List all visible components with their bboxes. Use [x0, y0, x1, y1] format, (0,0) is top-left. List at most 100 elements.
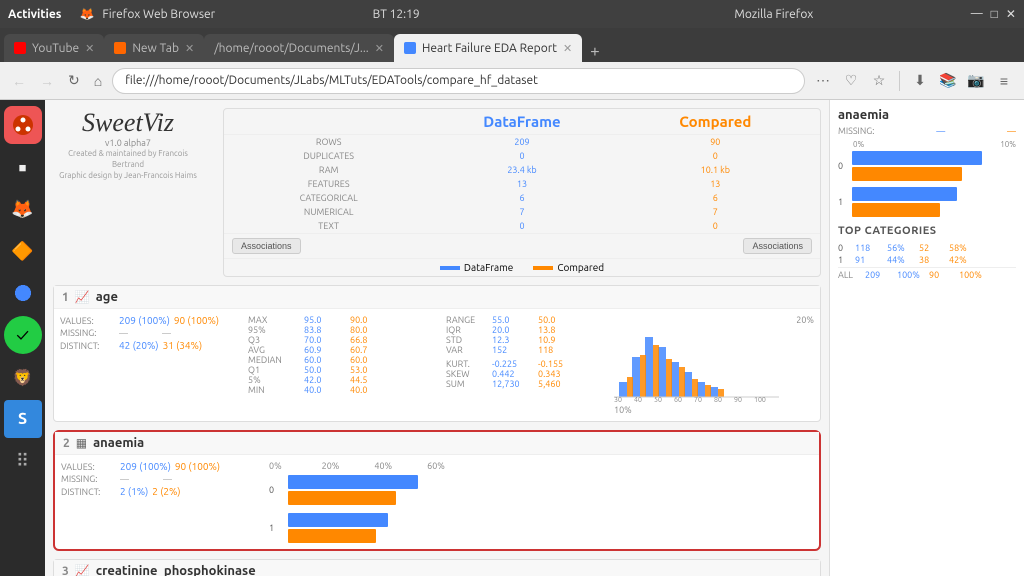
legend-df-label: DataFrame	[464, 262, 513, 273]
age-df-std: 12.3	[492, 335, 537, 345]
right-panel: anaemia MISSING: — — 0% 10% 0	[829, 100, 1024, 576]
tab-hfeda[interactable]: Heart Failure EDA Report ✕	[394, 34, 582, 62]
age-df-p95: 83.8	[304, 325, 349, 335]
minimize-button[interactable]: —	[971, 7, 983, 21]
svg-text:100: 100	[754, 396, 766, 402]
feature-num-2: 2	[63, 437, 70, 450]
download-icon[interactable]: ⬇	[908, 69, 932, 93]
q1-label: Q1	[248, 365, 303, 375]
age-df-avg: 60.9	[304, 345, 349, 355]
tab-newtab[interactable]: New Tab ✕	[104, 34, 204, 62]
logo-version: v1.0 alpha7	[53, 138, 203, 148]
age-cmp-max: 90.0	[350, 315, 395, 325]
tab-hfeda-close[interactable]: ✕	[563, 42, 572, 55]
cat-label: CATEGORICAL	[232, 193, 425, 203]
cmp-feat: 13	[619, 179, 812, 189]
rp-bar-1-blue	[852, 187, 957, 201]
screenshot-icon[interactable]: 📷	[964, 69, 988, 93]
df-label: DataFrame	[425, 113, 618, 130]
tc-title: TOP CATEGORIES	[838, 225, 1016, 237]
tc-cmp-pct-0: 58%	[949, 243, 979, 253]
tc-cmp-count-0: 52	[919, 243, 947, 253]
window-controls[interactable]: — □ ✕	[971, 7, 1016, 21]
feature-name-anaemia: anaemia	[93, 436, 144, 450]
an-cmp-distinct: 2 (2%)	[152, 486, 180, 497]
os-top-bar: Activities 🦊 Firefox Web Browser BT 12:1…	[0, 0, 1024, 28]
home-button[interactable]: ⌂	[90, 71, 106, 91]
med-label: MEDIAN	[248, 355, 303, 365]
an-missing-label: MISSING:	[61, 474, 116, 484]
age-missing-row: MISSING: — —	[60, 328, 240, 338]
sidebar-icon-firefox[interactable]: 🦊	[4, 190, 42, 228]
sidebar-icon-apps[interactable]: ⠿	[4, 442, 42, 480]
tc-df-pct-1: 44%	[887, 255, 917, 265]
sidebar-icon-ubuntu[interactable]	[4, 106, 42, 144]
cmp-dup: 0	[619, 151, 812, 161]
svg-text:40: 40	[634, 396, 642, 402]
bookmark-icon[interactable]: ⋯	[811, 69, 835, 93]
sidebar-icon-vlc[interactable]: 🔶	[4, 232, 42, 270]
legend-cmp-label: Compared	[557, 262, 604, 273]
activities-button[interactable]: Activities	[8, 8, 61, 21]
age-extra-stats: RANGE 55.0 50.0 IQR 20.0 13.8 STD	[446, 315, 606, 415]
library-icon[interactable]: 📚	[936, 69, 960, 93]
stats-table: DataFrame Compared ROWS 209 90 DUPLICATE…	[223, 108, 821, 277]
rp-missing-label: MISSING:	[838, 126, 874, 136]
tab-newtab-close[interactable]: ✕	[185, 42, 194, 55]
close-button[interactable]: ✕	[1006, 7, 1016, 21]
rp-title: anaemia	[838, 108, 1016, 122]
age-df-iqr: 20.0	[492, 325, 537, 335]
sidebar-icon-terminal[interactable]: ■	[4, 148, 42, 186]
age-cmp-range: 50.0	[538, 315, 583, 325]
svg-text:90: 90	[734, 396, 742, 402]
nav-bar: ← → ↻ ⌂ file:///home/rooot/Documents/JLa…	[0, 62, 1024, 100]
anaemia-values-row: VALUES: 209 (100%) 90 (100%)	[61, 461, 261, 472]
url-bar[interactable]: file:///home/rooot/Documents/JLabs/MLTut…	[112, 68, 805, 94]
ram-label: RAM	[232, 165, 425, 175]
tab-youtube-close[interactable]: ✕	[85, 42, 94, 55]
age-trend-icon: 📈	[75, 290, 90, 304]
avg-label: AVG	[248, 345, 303, 355]
df-num: 7	[425, 207, 618, 217]
forward-button[interactable]: →	[36, 71, 58, 91]
tab-homedocs[interactable]: /home/rooot/Documents/J... ✕	[204, 34, 394, 62]
age-df-sum: 12,730	[492, 379, 537, 389]
age-histogram: 20%	[614, 315, 814, 415]
reader-icon[interactable]: ♡	[839, 69, 863, 93]
associations-btn-right[interactable]: Associations	[743, 238, 812, 254]
an-cmp-missing: —	[163, 474, 172, 484]
p95-label: 95%	[248, 325, 303, 335]
star-icon[interactable]: ☆	[867, 69, 891, 93]
tc-all-cmp-pct: 100%	[959, 270, 989, 280]
age-cmp-p5: 44.5	[350, 375, 395, 385]
rp-missing-df: —	[936, 126, 945, 136]
cmp-label: Compared	[619, 113, 812, 130]
sidebar-icon-s[interactable]: S	[4, 400, 42, 438]
age-cmp-med: 60.0	[350, 355, 395, 365]
an-distinct-label: DISTINCT:	[61, 487, 116, 497]
sidebar-icon-chrome[interactable]: ◉	[4, 274, 42, 312]
feature-name-creatinine: creatinine_phosphokinase	[96, 564, 256, 576]
tc-df-count-1: 91	[855, 255, 885, 265]
tab-hfeda-label: Heart Failure EDA Report	[422, 42, 557, 55]
youtube-favicon	[14, 42, 26, 54]
sidebar-icon-check[interactable]: ✓	[4, 316, 42, 354]
top-categories: TOP CATEGORIES 0 118 56% 52 58%	[838, 225, 1016, 280]
rp-pct-10: 10%	[1000, 140, 1016, 149]
age-df-p5: 42.0	[304, 375, 349, 385]
age-left-stats: VALUES: 209 (100%) 90 (100%) MISSING: — …	[60, 315, 240, 415]
associations-btn-left[interactable]: Associations	[232, 238, 301, 254]
tab-homedocs-close[interactable]: ✕	[375, 42, 384, 55]
tc-cmp-pct-1: 42%	[949, 255, 979, 265]
feature-num-1: 1	[62, 291, 69, 304]
maximize-button[interactable]: □	[991, 7, 998, 21]
new-tab-button[interactable]: +	[582, 44, 607, 62]
page-inner: SweetViz v1.0 alpha7 Created & maintaine…	[45, 100, 829, 576]
reload-button[interactable]: ↻	[64, 70, 84, 91]
sidebar-icon-brave[interactable]: 🦁	[4, 358, 42, 396]
tab-youtube[interactable]: YouTube ✕	[4, 34, 104, 62]
df-cat: 6	[425, 193, 618, 203]
age-df-values: 209 (100%)	[119, 315, 170, 326]
back-button[interactable]: ←	[8, 71, 30, 91]
more-icon[interactable]: ≡	[992, 69, 1016, 93]
